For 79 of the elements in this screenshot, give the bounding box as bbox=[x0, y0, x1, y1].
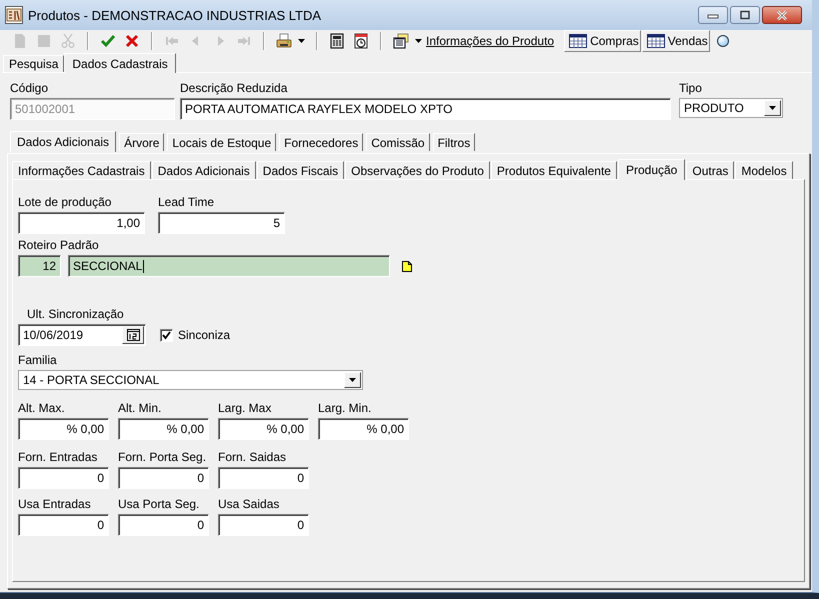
input-field[interactable]: 0 bbox=[118, 514, 209, 536]
checkmark-icon[interactable] bbox=[100, 33, 116, 49]
tab[interactable]: Pesquisa bbox=[3, 55, 64, 72]
tab[interactable]: Dados Adicionais bbox=[10, 131, 116, 152]
tab[interactable]: Observações do Produto bbox=[345, 161, 490, 179]
input-field[interactable]: 0 bbox=[218, 514, 309, 536]
field-label: Usa Saidas bbox=[218, 497, 280, 512]
field-label: Lote de produção bbox=[18, 195, 112, 210]
window-title: Produtos - DEMONSTRACAO INDUSTRIAS LTDA bbox=[28, 8, 322, 22]
tab[interactable]: Produção bbox=[618, 159, 686, 180]
field-label: Descrição Reduzida bbox=[180, 81, 288, 96]
minimize-button[interactable] bbox=[698, 6, 728, 24]
printer-icon[interactable] bbox=[276, 33, 292, 49]
input-field[interactable]: PORTA AUTOMATICA RAYFLEX MODELO XPTO bbox=[180, 98, 671, 120]
caret-icon[interactable] bbox=[415, 39, 422, 43]
field-label: Ult. Sincronização bbox=[26, 307, 125, 322]
field-label: Código bbox=[10, 81, 50, 96]
input-field[interactable]: 0 bbox=[18, 467, 109, 489]
input-field[interactable]: 0 bbox=[118, 467, 209, 489]
close-icon bbox=[775, 10, 789, 20]
input-field[interactable]: % 0,00 bbox=[218, 418, 309, 440]
field-label: Alt. Min. bbox=[118, 401, 162, 416]
input-field[interactable]: 0 bbox=[218, 467, 309, 489]
tab[interactable]: Produtos Equivalente bbox=[490, 161, 617, 179]
dropdown-field[interactable]: 14 - PORTA SECCIONAL bbox=[18, 370, 363, 390]
grid-button[interactable]: Vendas bbox=[642, 30, 710, 52]
code-field[interactable]: 12 bbox=[18, 255, 61, 277]
input-field[interactable]: 0 bbox=[18, 514, 109, 536]
tab[interactable]: Informações Cadastrais bbox=[12, 161, 151, 179]
windows-icon[interactable] bbox=[393, 33, 409, 49]
field-label: Forn. Entradas bbox=[18, 450, 98, 465]
cancel-icon[interactable] bbox=[124, 33, 140, 49]
calculator-icon[interactable] bbox=[329, 33, 345, 49]
product-info-link[interactable]: Informações do Produto bbox=[426, 34, 554, 48]
tab[interactable]: Comissão bbox=[366, 133, 430, 151]
tab[interactable]: Fornecedores bbox=[279, 133, 364, 151]
grid-button[interactable]: Compras bbox=[564, 30, 641, 52]
tab[interactable]: Dados Fiscais bbox=[256, 161, 344, 179]
field-label: Familia bbox=[18, 353, 58, 368]
caret-icon[interactable] bbox=[298, 39, 305, 43]
table-icon bbox=[646, 34, 665, 48]
tab[interactable]: Modelos bbox=[735, 161, 793, 179]
field-label: Usa Entradas bbox=[18, 497, 92, 512]
calendar-icon[interactable] bbox=[126, 329, 140, 341]
tab[interactable]: Locais de Estoque bbox=[167, 133, 276, 151]
field-label: Forn. Porta Seg. bbox=[118, 450, 208, 465]
app-logo-icon bbox=[5, 6, 23, 24]
input-field[interactable]: 1,00 bbox=[18, 212, 145, 234]
maximize-button[interactable] bbox=[730, 6, 760, 24]
document-icon[interactable] bbox=[402, 260, 412, 272]
input-field[interactable]: % 0,00 bbox=[118, 418, 209, 440]
checkbox[interactable] bbox=[160, 328, 173, 342]
description-field[interactable]: SECCIONAL bbox=[68, 255, 390, 277]
table-icon bbox=[569, 34, 588, 48]
caret-icon bbox=[349, 378, 356, 382]
field-label: Forn. Saidas bbox=[218, 450, 288, 465]
input-field[interactable]: % 0,00 bbox=[318, 418, 409, 440]
tab[interactable]: Árvore bbox=[119, 133, 164, 151]
calendar-clock-icon[interactable] bbox=[353, 33, 369, 49]
close-button[interactable] bbox=[762, 6, 802, 24]
field-label: Larg. Max bbox=[218, 401, 272, 416]
field-label: Tipo bbox=[679, 81, 703, 96]
field-label: Roteiro Padrão bbox=[18, 238, 100, 253]
input-field[interactable]: 5 bbox=[158, 212, 285, 234]
date-field[interactable]: 10/06/2019 bbox=[18, 324, 146, 346]
input-field[interactable]: % 0,00 bbox=[18, 418, 109, 440]
field-label: Usa Porta Seg. bbox=[118, 497, 200, 512]
tab[interactable]: Filtros bbox=[432, 133, 476, 151]
field-label: Larg. Min. bbox=[318, 401, 372, 416]
tab[interactable]: Outras bbox=[686, 161, 734, 179]
status-icon bbox=[716, 35, 729, 47]
checkbox-label: Sinconiza bbox=[178, 328, 230, 342]
caret-icon bbox=[769, 106, 776, 110]
maximize-icon bbox=[739, 10, 751, 20]
field-label: Lead Time bbox=[158, 195, 216, 210]
field-label: Alt. Max. bbox=[18, 401, 66, 416]
tab[interactable]: Dados Adicionais bbox=[152, 161, 256, 179]
tab[interactable]: Dados Cadastrais bbox=[64, 53, 176, 73]
dropdown-field[interactable]: PRODUTO bbox=[679, 98, 783, 118]
